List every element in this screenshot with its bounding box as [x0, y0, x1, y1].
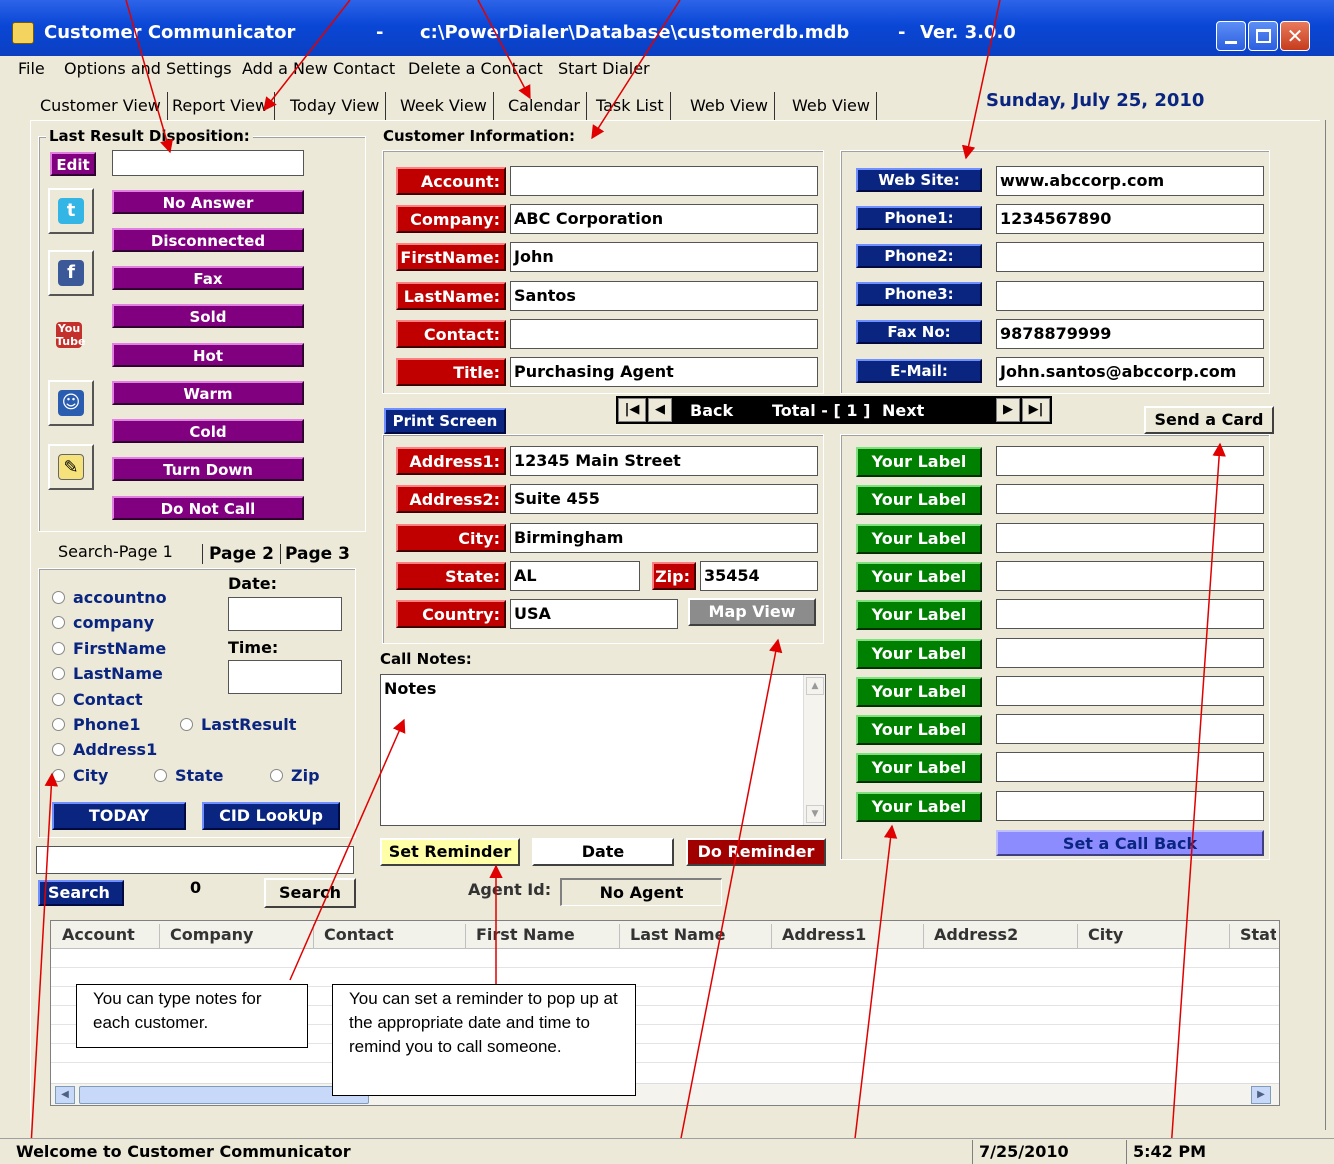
status-welcome: Welcome to Customer Communicator — [16, 1142, 351, 1161]
arrow-send-card — [1169, 442, 1226, 1164]
status-date: 7/25/2010 — [972, 1140, 1122, 1164]
annotation-arrows — [29, 0, 1226, 1164]
app-window: Customer Communicator - c:\PowerDialer\D… — [0, 0, 1334, 1164]
status-time: 5:42 PM — [1126, 1140, 1286, 1164]
arrow-calendar — [477, 0, 531, 100]
arrow-website — [961, 0, 1001, 160]
arrow-radio-city — [29, 772, 59, 1164]
arrow-report-view — [263, 0, 351, 112]
arrow-map-view — [675, 638, 783, 1164]
arrow-tab-report — [125, 0, 174, 154]
arrow-your-label — [851, 824, 898, 1164]
arrow-notes — [289, 718, 406, 981]
arrow-customer-info — [591, 0, 681, 140]
